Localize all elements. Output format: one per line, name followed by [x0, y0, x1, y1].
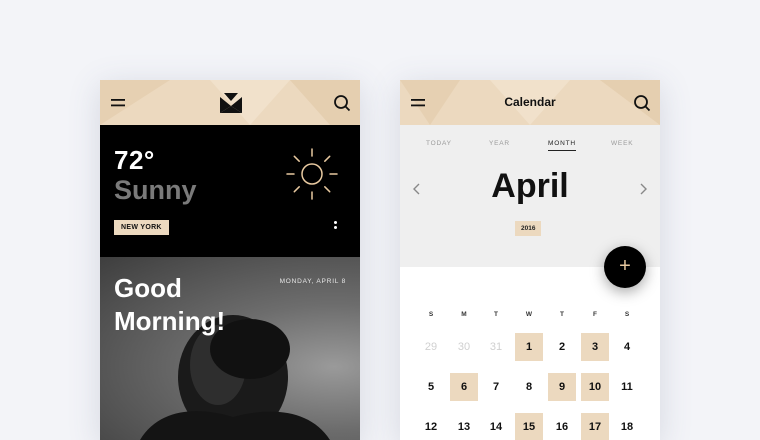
top-bar — [100, 80, 360, 125]
greeting-photo: Good Morning! MONDAY, APRIL 8 — [100, 257, 360, 440]
calendar-day[interactable]: 17 — [581, 413, 609, 440]
calendar-day[interactable]: 2 — [548, 333, 576, 361]
top-bar: Calendar — [400, 80, 660, 125]
calendar-day[interactable]: 4 — [613, 333, 641, 361]
weather-screen: 72° Sunny NEW YORK Good Morning! MONDAY,… — [100, 80, 360, 440]
temperature: 72° — [114, 145, 155, 175]
more-icon[interactable] — [331, 219, 339, 233]
plus-icon: + — [619, 255, 631, 277]
page-title: Calendar — [504, 95, 556, 109]
calendar-day[interactable]: 3 — [581, 333, 609, 361]
weekday-label: F — [593, 311, 597, 318]
city-badge[interactable]: NEW YORK — [114, 220, 169, 235]
calendar-day[interactable]: 7 — [482, 373, 510, 401]
year-badge[interactable]: 2016 — [515, 221, 542, 236]
weather-condition: Sunny — [114, 175, 197, 205]
month-title: April — [491, 167, 569, 205]
calendar-day[interactable]: 9 — [548, 373, 576, 401]
calendar-day[interactable]: 18 — [613, 413, 641, 440]
weekday-label: T — [560, 311, 564, 318]
calendar-day[interactable]: 6 — [450, 373, 478, 401]
calendar-day[interactable]: 11 — [613, 373, 641, 401]
sun-icon — [286, 148, 338, 200]
search-icon[interactable] — [332, 93, 352, 113]
calendar-day[interactable]: 31 — [482, 333, 510, 361]
calendar-day[interactable]: 10 — [581, 373, 609, 401]
tab-today[interactable]: TODAY — [426, 140, 452, 147]
calendar-day[interactable]: 12 — [417, 413, 445, 440]
menu-icon[interactable] — [109, 93, 129, 113]
calendar-day[interactable]: 16 — [548, 413, 576, 440]
tab-year[interactable]: YEAR — [489, 140, 510, 147]
weather-panel: 72° Sunny NEW YORK — [100, 125, 360, 257]
logo-icon — [220, 93, 242, 113]
calendar-day[interactable]: 15 — [515, 413, 543, 440]
weekday-label: S — [428, 311, 434, 318]
tab-month[interactable]: MONTH — [548, 140, 576, 151]
calendar-day[interactable]: 29 — [417, 333, 445, 361]
calendar-day[interactable]: 30 — [450, 333, 478, 361]
weekday-label: M — [461, 311, 467, 318]
calendar-day[interactable]: 1 — [515, 333, 543, 361]
weekday-label: T — [494, 311, 498, 318]
tab-week[interactable]: WEEK — [611, 140, 633, 147]
weekday-label: W — [525, 311, 533, 318]
calendar-day[interactable]: 14 — [482, 413, 510, 440]
add-event-button[interactable]: + — [604, 246, 646, 288]
search-icon[interactable] — [632, 93, 652, 113]
date-label: MONDAY, APRIL 8 — [279, 278, 346, 285]
weekday-label: S — [624, 311, 630, 318]
greeting-text: Good Morning! — [114, 273, 226, 336]
calendar-day[interactable]: 13 — [450, 413, 478, 440]
calendar-day[interactable]: 5 — [417, 373, 445, 401]
calendar-day[interactable]: 8 — [515, 373, 543, 401]
calendar-screen: Calendar TODAY YEAR MONTH WEEK April 201… — [400, 80, 660, 440]
chevron-right-icon[interactable] — [636, 181, 650, 197]
